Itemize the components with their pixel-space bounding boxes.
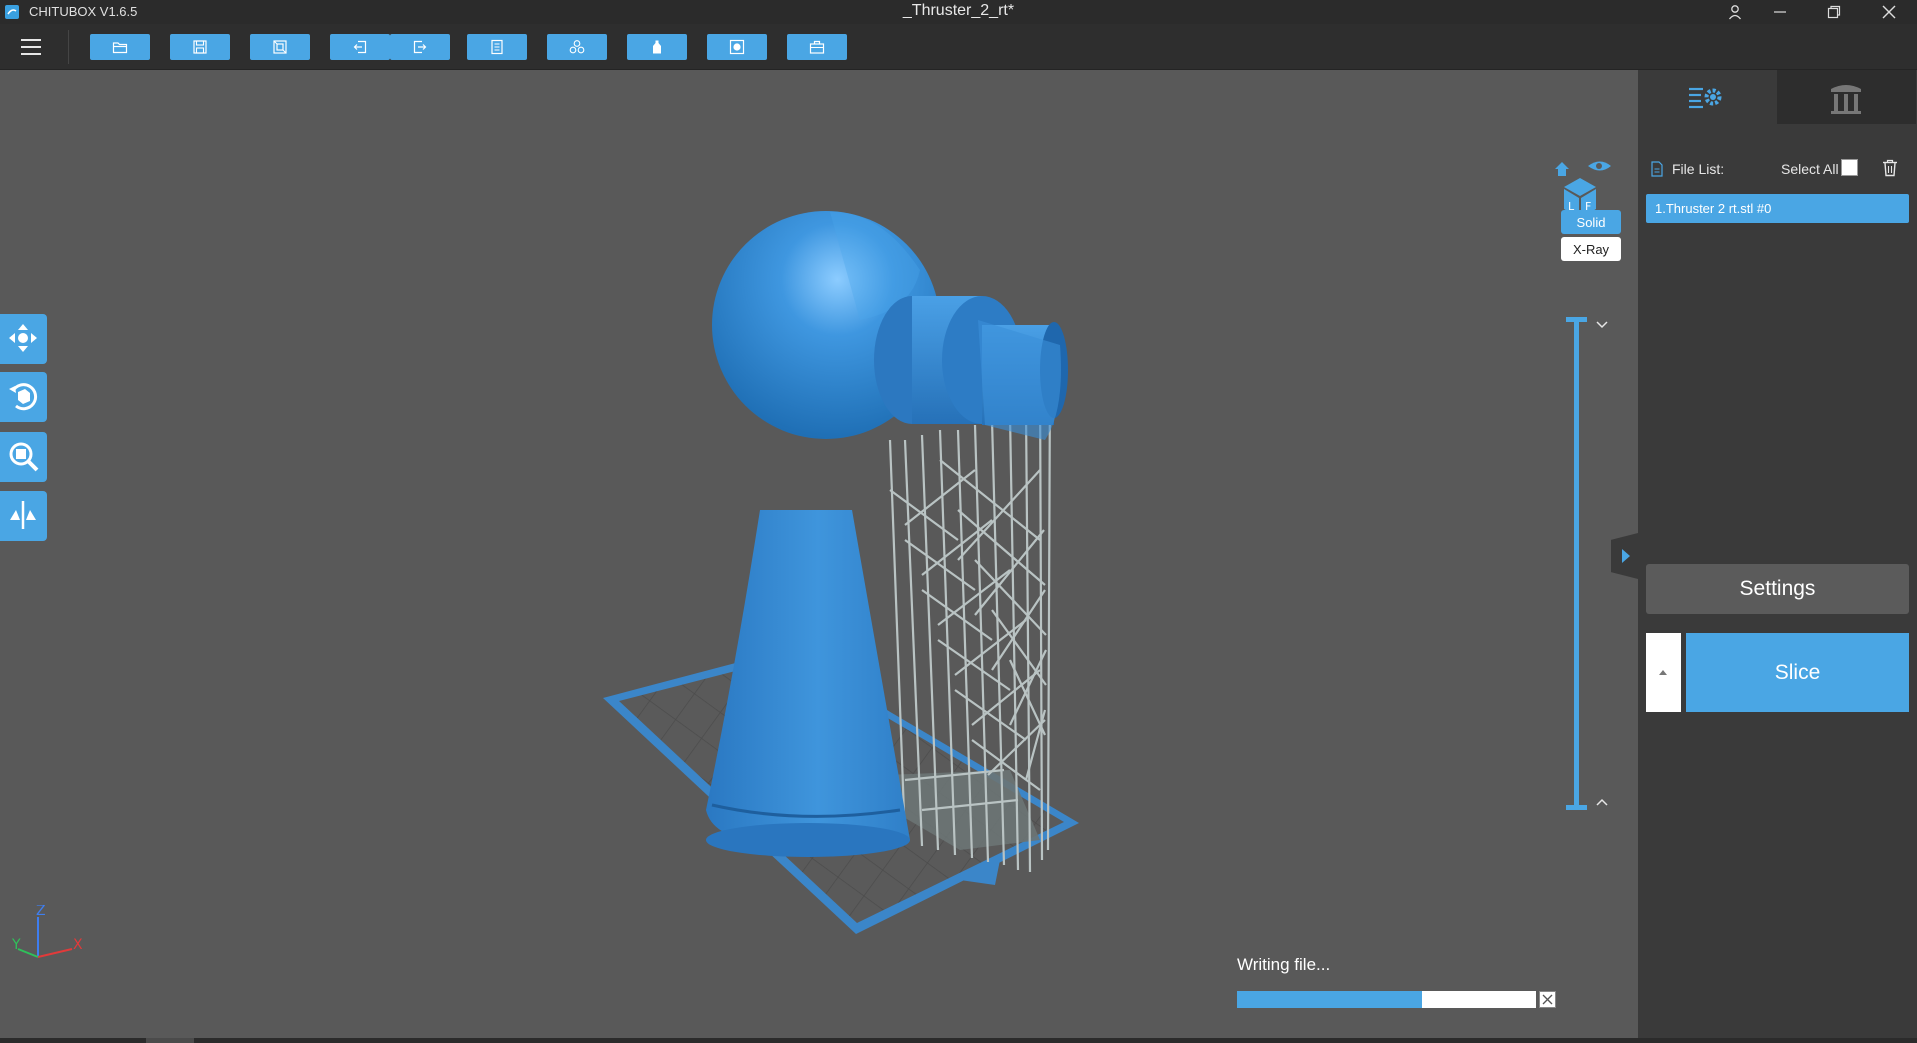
redo-button[interactable] [390, 34, 450, 60]
toolbox-icon [809, 40, 825, 54]
layout-icon [273, 40, 287, 54]
close-button[interactable] [1866, 0, 1912, 24]
rotate-icon [9, 383, 38, 411]
main-toolbar [0, 24, 1917, 70]
list-icon [491, 39, 503, 55]
select-all-label: Select All [1781, 161, 1839, 177]
hole-icon [729, 39, 745, 55]
tab-supports[interactable] [1777, 70, 1916, 124]
redo-icon [413, 40, 427, 54]
cancel-progress-button[interactable] [1539, 991, 1556, 1008]
chitubox-logo-icon [5, 5, 19, 19]
status-strip [0, 1038, 1917, 1043]
slice-button[interactable]: Slice [1686, 633, 1909, 712]
minimize-icon [1774, 11, 1786, 13]
multiply-button[interactable] [547, 34, 607, 60]
scale-icon [9, 442, 39, 472]
undo-icon [353, 40, 367, 54]
auto-layout-button[interactable] [250, 34, 310, 60]
move-icon [9, 324, 37, 352]
app-title: CHITUBOX V1.6.5 [29, 4, 138, 19]
file-list-header: File List: Select All [1650, 159, 1910, 179]
undo-button[interactable] [330, 34, 390, 60]
supports-icon [1831, 85, 1861, 114]
bottle-icon [653, 40, 661, 54]
restore-icon [1827, 5, 1841, 19]
restore-button[interactable] [1811, 0, 1857, 24]
open-file-button[interactable] [90, 34, 150, 60]
status-strip-tab [146, 1038, 194, 1043]
model-nozzle [874, 296, 1068, 440]
model-list-button[interactable] [467, 34, 527, 60]
clone-icon [569, 40, 585, 54]
main-menu-button[interactable] [16, 34, 46, 60]
dig-hole-button[interactable] [707, 34, 767, 60]
select-all-checkbox[interactable] [1841, 159, 1858, 176]
triangle-up-icon [1659, 670, 1667, 675]
layer-slider-bottom-handle[interactable] [1566, 805, 1587, 810]
account-button[interactable] [1712, 0, 1758, 24]
model-body [706, 510, 910, 851]
repair-button[interactable] [787, 34, 847, 60]
axis-gizmo: Z X Y [11, 905, 83, 958]
axis-y-label: Y [11, 937, 21, 953]
close-icon [1882, 5, 1896, 19]
chevron-down-icon[interactable] [1595, 320, 1609, 330]
save-icon [193, 40, 207, 54]
triangle-right-icon [1622, 549, 1630, 563]
chevron-up-icon[interactable] [1595, 797, 1609, 807]
close-icon [1542, 994, 1553, 1005]
settings-button[interactable]: Settings [1646, 564, 1909, 614]
settings-list-icon [1689, 87, 1722, 109]
progress-label: Writing file... [1237, 955, 1331, 974]
layer-slider[interactable] [1574, 317, 1579, 807]
panel-collapse-tab[interactable] [1611, 533, 1638, 579]
title-bar: CHITUBOX V1.6.5 _Thruster_2_rt* [0, 0, 1917, 24]
mirror-icon [10, 501, 36, 529]
progress-bar [1237, 991, 1536, 1008]
file-list-label: File List: [1672, 161, 1725, 177]
folder-icon [112, 42, 128, 54]
mirror-tool-button[interactable] [0, 491, 47, 541]
save-file-button[interactable] [170, 34, 230, 60]
slice-options-button[interactable] [1646, 633, 1681, 712]
minimize-button[interactable] [1757, 0, 1803, 24]
move-tool-button[interactable] [0, 314, 47, 364]
document-icon [1651, 161, 1663, 177]
model-scene[interactable] [0, 70, 1638, 1039]
xray-view-button[interactable]: X-Ray [1561, 237, 1621, 261]
solid-view-button[interactable]: Solid [1561, 210, 1621, 234]
user-icon [1728, 5, 1742, 20]
axis-x-label: X [73, 937, 83, 953]
side-panel: File List: Select All 1.Thruster 2 rt.st… [1638, 70, 1917, 1039]
axis-z-label: Z [36, 905, 46, 919]
rotate-tool-button[interactable] [0, 372, 47, 422]
hollow-button[interactable] [627, 34, 687, 60]
scale-tool-button[interactable] [0, 432, 47, 482]
tab-model-settings[interactable] [1638, 70, 1777, 124]
trash-icon[interactable] [1882, 159, 1898, 177]
hamburger-icon [21, 39, 41, 55]
toolbar-separator [68, 30, 69, 64]
progress-fill [1237, 991, 1423, 1008]
document-title: _Thruster_2_rt* [902, 2, 1015, 19]
3d-viewport[interactable]: L F Solid X-Ray Z X Y [0, 70, 1638, 1039]
file-list-item[interactable]: 1.Thruster 2 rt.stl #0 [1646, 194, 1909, 223]
